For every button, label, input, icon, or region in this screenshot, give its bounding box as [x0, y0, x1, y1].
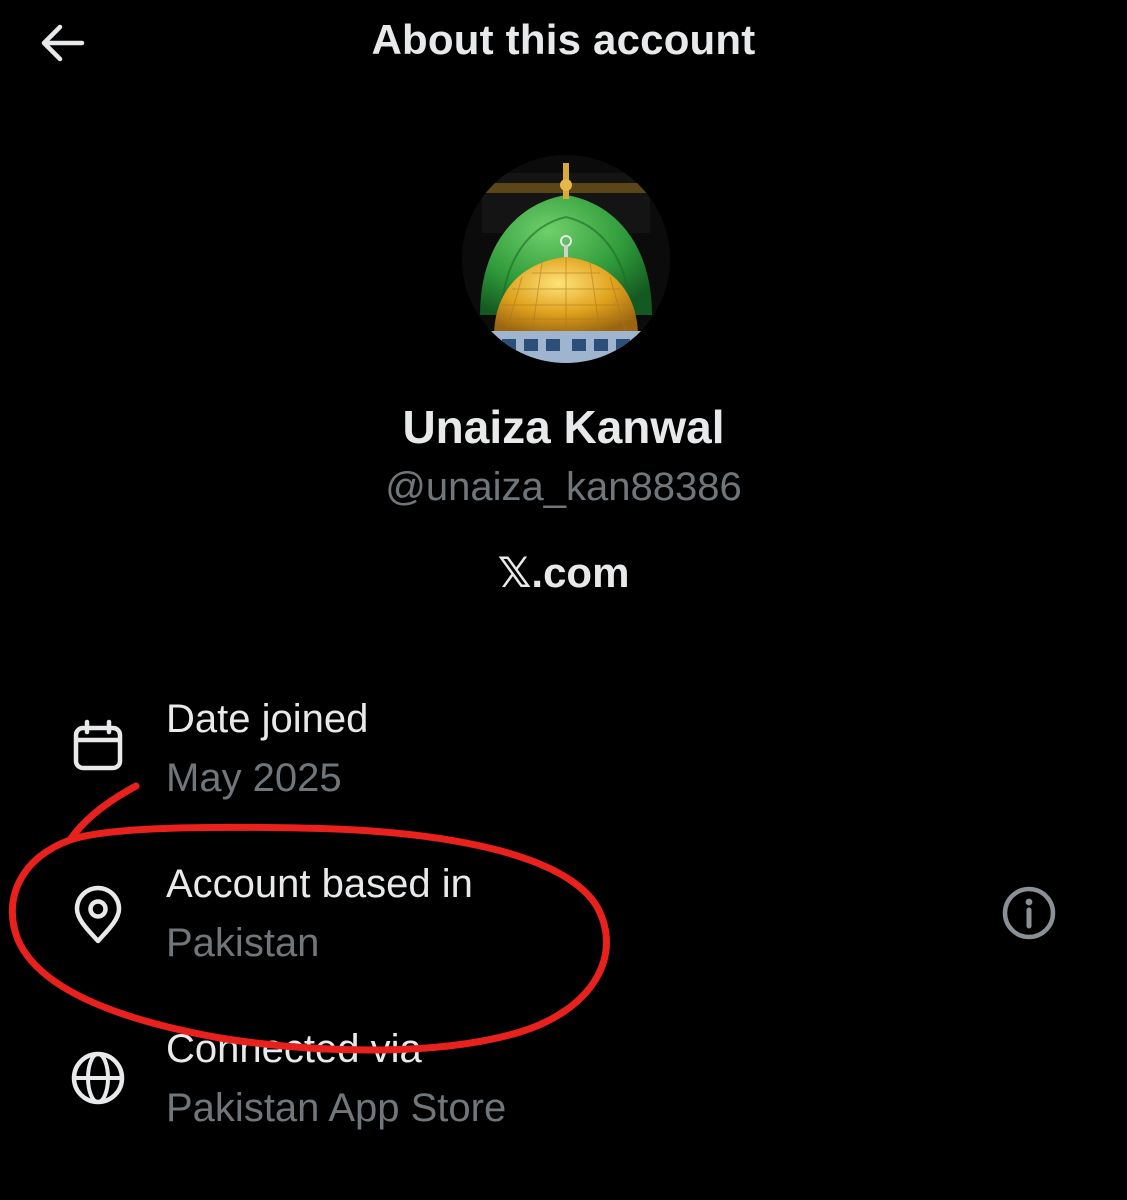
- row-label: Connected via: [166, 1027, 422, 1071]
- account-based-in-row: Account based in Pakistan: [0, 855, 1127, 985]
- top-bar: About this account: [0, 0, 1127, 90]
- info-icon: [1002, 886, 1056, 940]
- avatar[interactable]: [462, 155, 670, 363]
- connected-via-row: Connected via Pakistan App Store: [0, 1020, 1127, 1150]
- date-joined-row: Date joined May 2025: [0, 690, 1127, 820]
- user-handle: @unaiza_kan88386: [385, 465, 742, 509]
- row-value: Pakistan App Store: [166, 1086, 507, 1130]
- globe-icon: [68, 1048, 128, 1108]
- dome-avatar-image: [462, 155, 670, 363]
- row-value: May 2025: [166, 756, 342, 800]
- calendar-icon: [68, 716, 128, 776]
- location-pin-icon: [68, 885, 128, 945]
- page-title: About this account: [371, 16, 756, 63]
- platform-label: 𝕏.com: [497, 549, 630, 596]
- row-label: Date joined: [166, 697, 369, 741]
- row-label: Account based in: [166, 862, 473, 906]
- display-name: Unaiza Kanwal: [402, 401, 725, 453]
- row-value: Pakistan: [166, 921, 320, 965]
- info-button[interactable]: [998, 882, 1060, 944]
